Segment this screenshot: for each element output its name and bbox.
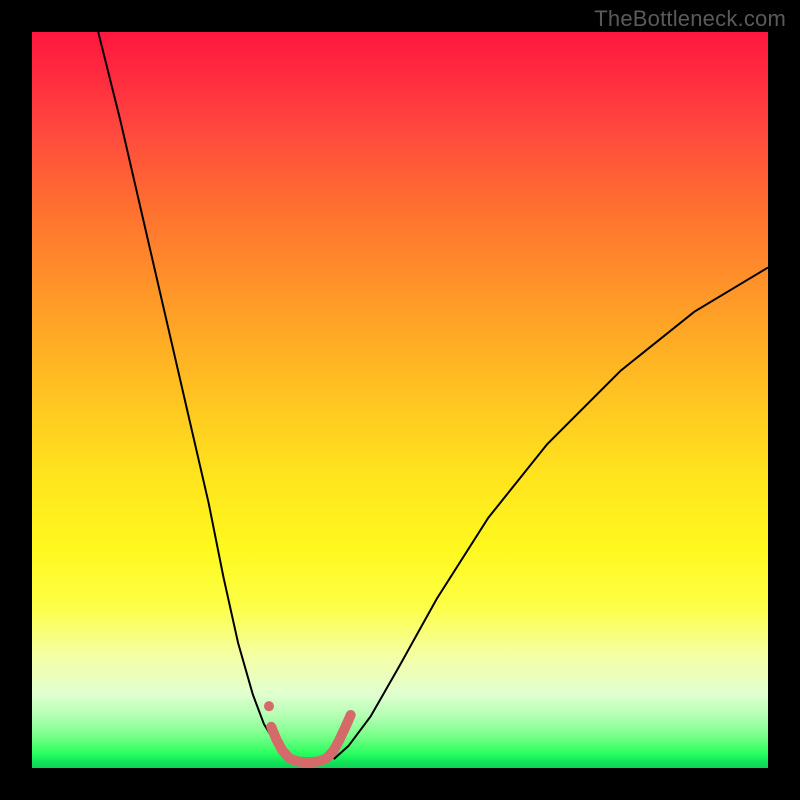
watermark-text: TheBottleneck.com (594, 6, 786, 32)
series-left-curve (98, 32, 289, 759)
marker-valley-dot (264, 701, 274, 711)
chart-frame: TheBottleneck.com (0, 0, 800, 800)
curve-layer (32, 32, 768, 768)
series-right-curve (334, 268, 768, 760)
plot-area (32, 32, 768, 768)
